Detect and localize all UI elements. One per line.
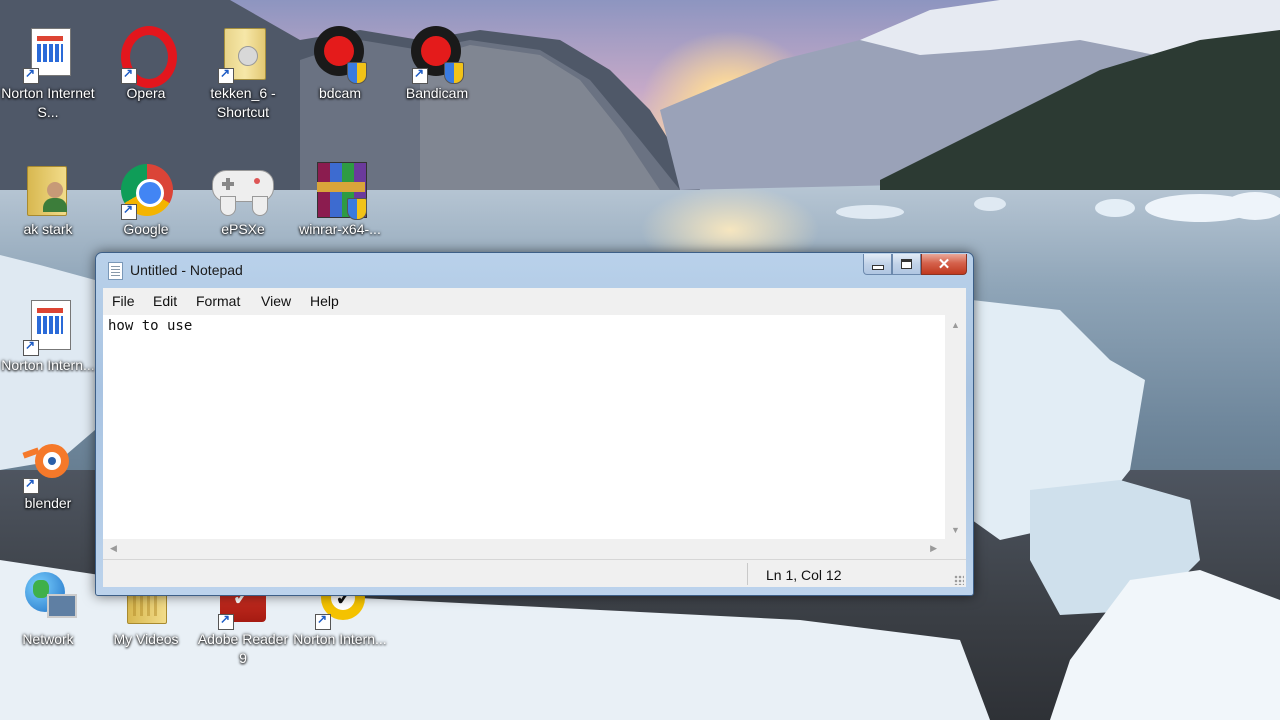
desktop-icon-norton-internet[interactable]: Norton Intern... — [0, 298, 96, 375]
shortcut-arrow-icon — [23, 338, 39, 356]
menu-format[interactable]: Format — [196, 293, 240, 309]
menu-help[interactable]: Help — [310, 293, 339, 309]
bdcam-icon — [313, 26, 367, 84]
minimize-icon — [871, 264, 884, 270]
menu-edit[interactable]: Edit — [153, 293, 177, 309]
desktop-icon-norton-internet-security[interactable]: Norton Internet S... — [0, 26, 96, 122]
window-controls: ✕ — [863, 254, 967, 275]
desktop-icon-epsxe[interactable]: ePSXe — [195, 162, 291, 239]
close-button[interactable]: ✕ — [921, 254, 967, 275]
desktop-icon-ak-stark[interactable]: ak stark — [0, 162, 96, 239]
scroll-up-icon[interactable]: ▲ — [951, 320, 960, 330]
uac-shield-icon — [347, 62, 367, 84]
desktop-icon-network[interactable]: Network — [0, 572, 96, 649]
shortcut-arrow-icon — [412, 66, 428, 84]
bandicam-icon — [410, 26, 464, 84]
chrome-icon — [119, 162, 173, 220]
uac-shield-icon — [347, 198, 367, 220]
shortcut-arrow-icon — [315, 612, 331, 630]
winrar-icon — [313, 162, 367, 220]
scroll-right-icon[interactable]: ▶ — [930, 543, 937, 554]
resize-grip-icon[interactable] — [954, 575, 964, 585]
close-icon: ✕ — [937, 256, 951, 273]
scroll-down-icon[interactable]: ▼ — [951, 525, 960, 535]
norton-internet-security-icon — [21, 26, 75, 84]
cursor-position: Ln 1, Col 12 — [766, 567, 842, 583]
notepad-window[interactable]: Untitled - Notepad ✕ File Edit Format Vi… — [95, 252, 974, 596]
user-folder-icon — [21, 162, 75, 220]
scroll-left-icon[interactable]: ◀ — [110, 543, 117, 554]
text-editor-area[interactable]: how to use ▲ ▼ ◀ ▶ — [103, 315, 966, 560]
notepad-app-icon[interactable] — [108, 262, 123, 280]
desktop-icon-google-chrome[interactable]: Google — [98, 162, 194, 239]
uac-shield-icon — [444, 62, 464, 84]
document-text[interactable]: how to use — [108, 318, 192, 334]
tekken-shortcut-icon — [216, 26, 270, 84]
desktop-icon-bandicam[interactable]: Bandicam — [389, 26, 485, 103]
shortcut-arrow-icon — [23, 66, 39, 84]
horizontal-scrollbar[interactable]: ◀ ▶ — [103, 539, 945, 559]
desktop-icon-blender[interactable]: blender — [0, 436, 96, 513]
desktop-icon-winrar[interactable]: winrar-x64-... — [292, 162, 388, 239]
shortcut-arrow-icon — [121, 66, 137, 84]
vertical-scrollbar[interactable]: ▲ ▼ — [945, 315, 966, 539]
status-bar: Ln 1, Col 12 — [103, 560, 966, 587]
shortcut-arrow-icon — [121, 202, 137, 220]
shortcut-arrow-icon — [23, 476, 39, 494]
menu-bar: File Edit Format View Help — [103, 288, 966, 316]
desktop-icon-bdcam[interactable]: bdcam — [292, 26, 388, 103]
menu-file[interactable]: File — [112, 293, 135, 309]
maximize-button[interactable] — [892, 254, 921, 275]
maximize-icon — [901, 259, 912, 269]
norton-internet-icon — [21, 298, 75, 356]
desktop-icon-opera[interactable]: Opera — [98, 26, 194, 103]
shortcut-arrow-icon — [218, 612, 234, 630]
shortcut-arrow-icon — [218, 66, 234, 84]
gamepad-icon — [212, 162, 274, 220]
status-divider — [747, 563, 748, 585]
blender-icon — [21, 436, 75, 494]
title-bar[interactable]: Untitled - Notepad ✕ — [96, 253, 973, 286]
menu-view[interactable]: View — [261, 293, 291, 309]
network-icon — [21, 572, 77, 630]
window-title: Untitled - Notepad — [130, 262, 243, 278]
opera-icon — [119, 26, 177, 88]
scrollbar-corner — [945, 539, 966, 559]
minimize-button[interactable] — [863, 254, 892, 275]
desktop-icon-tekken-shortcut[interactable]: tekken_6 - Shortcut — [195, 26, 291, 122]
